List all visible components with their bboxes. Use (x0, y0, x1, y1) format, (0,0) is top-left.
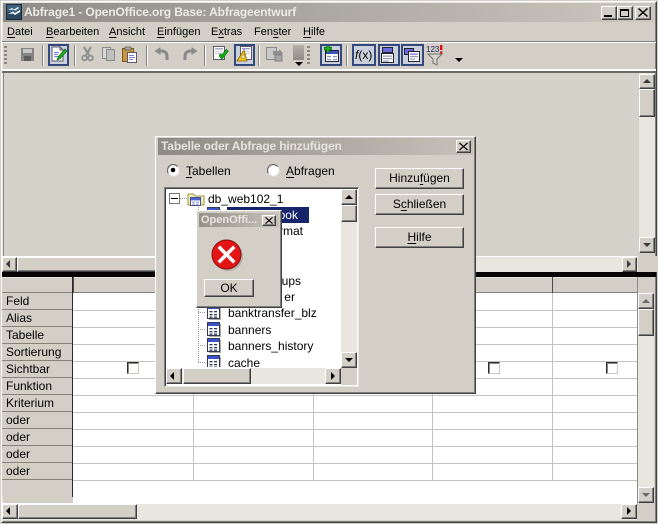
svg-text:123: 123 (426, 45, 440, 54)
